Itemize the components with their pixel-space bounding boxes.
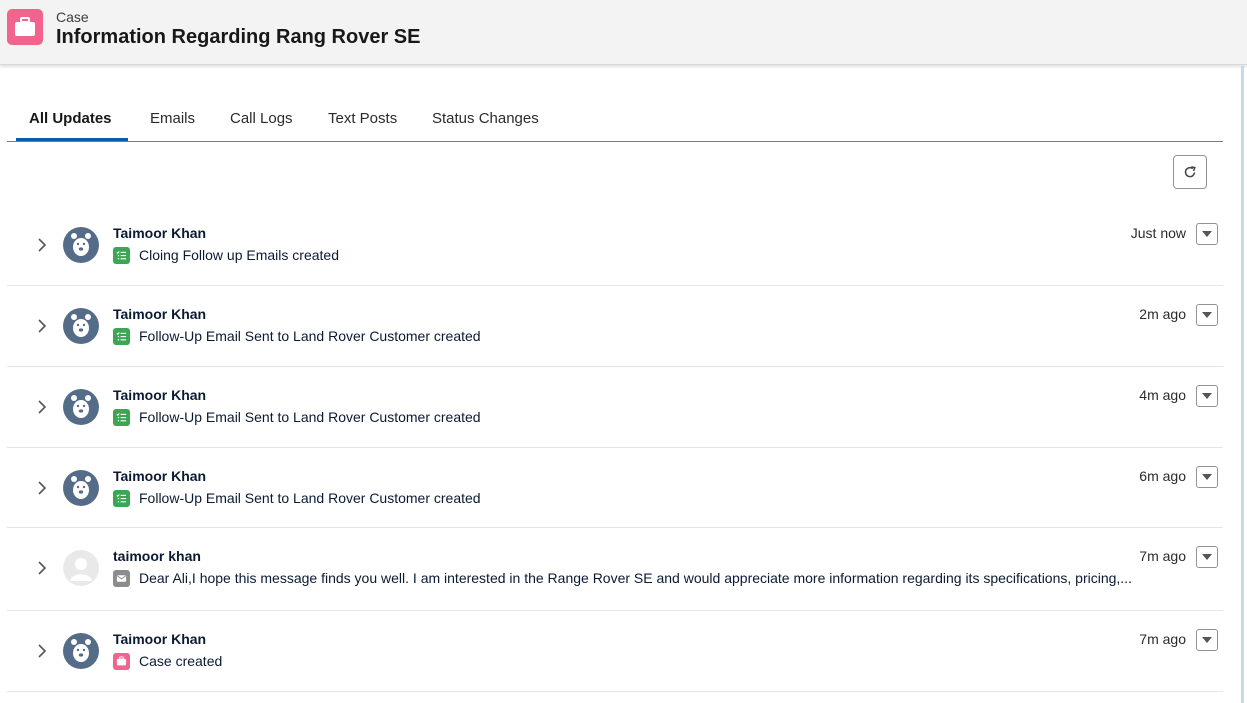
timestamp: 4m ago	[1139, 387, 1186, 403]
bear-avatar[interactable]	[63, 389, 99, 425]
actor-name[interactable]: Taimoor Khan	[113, 387, 206, 403]
feed-item: Taimoor Khan Case created 7m ago	[7, 611, 1223, 692]
row-actions-menu-button[interactable]	[1196, 385, 1218, 407]
expand-chevron-icon[interactable]	[34, 237, 50, 253]
refresh-icon	[1184, 166, 1196, 178]
bear-avatar[interactable]	[63, 308, 99, 344]
row-actions-menu-button[interactable]	[1196, 546, 1218, 568]
refresh-button[interactable]	[1173, 155, 1207, 189]
row-actions-menu-button[interactable]	[1196, 466, 1218, 488]
activity-subject[interactable]: Case created	[139, 653, 1169, 669]
row-actions-menu-button[interactable]	[1196, 223, 1218, 245]
tab-all-updates[interactable]: All Updates	[29, 110, 112, 127]
expand-chevron-icon[interactable]	[34, 399, 50, 415]
feed-item: Taimoor Khan Follow-Up Email Sent to Land…	[7, 448, 1223, 528]
expand-chevron-icon[interactable]	[34, 480, 50, 496]
tab-text-posts[interactable]: Text Posts	[328, 110, 397, 127]
expand-chevron-icon[interactable]	[34, 560, 50, 576]
actor-name[interactable]: Taimoor Khan	[113, 225, 206, 241]
bear-avatar[interactable]	[63, 470, 99, 506]
task-icon	[113, 409, 130, 426]
activity-subject[interactable]: Follow-Up Email Sent to Land Rover Custo…	[139, 409, 1169, 425]
task-icon	[113, 247, 130, 264]
active-tab-indicator	[16, 138, 128, 141]
activity-subject[interactable]: Cloing Follow up Emails created	[139, 247, 1169, 263]
expand-chevron-icon[interactable]	[34, 318, 50, 334]
task-icon	[113, 490, 130, 507]
timestamp: 6m ago	[1139, 468, 1186, 484]
case-icon	[7, 9, 43, 45]
feed-item: taimoor khan Dear Ali,I hope this message…	[7, 528, 1223, 611]
actor-name[interactable]: Taimoor Khan	[113, 306, 206, 322]
activity-subject[interactable]: Follow-Up Email Sent to Land Rover Custo…	[139, 328, 1169, 344]
timestamp: Just now	[1130, 225, 1186, 241]
case-icon	[113, 653, 130, 670]
timestamp: 2m ago	[1139, 306, 1186, 322]
page-title: Information Regarding Rang Rover SE	[56, 26, 421, 48]
record-header: Case Information Regarding Rang Rover SE	[0, 0, 1247, 65]
tab-call-logs[interactable]: Call Logs	[230, 110, 293, 127]
row-actions-menu-button[interactable]	[1196, 629, 1218, 651]
actor-name[interactable]: Taimoor Khan	[113, 468, 206, 484]
feed-item: Taimoor Khan Follow-Up Email Sent to Land…	[7, 286, 1223, 367]
activity-subject[interactable]: Dear Ali,I hope this message finds you w…	[139, 570, 1169, 586]
activity-subject[interactable]: Follow-Up Email Sent to Land Rover Custo…	[139, 490, 1169, 506]
expand-chevron-icon[interactable]	[34, 643, 50, 659]
email-icon	[113, 570, 130, 587]
actor-name[interactable]: Taimoor Khan	[113, 631, 206, 647]
feed-item: Taimoor Khan Cloing Follow up Emails crea…	[7, 205, 1223, 286]
row-actions-menu-button[interactable]	[1196, 304, 1218, 326]
placeholder-avatar[interactable]	[63, 550, 99, 586]
bear-avatar[interactable]	[63, 633, 99, 669]
tab-status-changes[interactable]: Status Changes	[432, 110, 539, 127]
task-icon	[113, 328, 130, 345]
record-type-label: Case	[56, 9, 89, 25]
bear-avatar[interactable]	[63, 227, 99, 263]
feed-tabs: All Updates Emails Call Logs Text Posts …	[7, 96, 1223, 142]
feed-item: Taimoor Khan Follow-Up Email Sent to Land…	[7, 367, 1223, 448]
actor-name[interactable]: taimoor khan	[113, 548, 201, 564]
timestamp: 7m ago	[1139, 631, 1186, 647]
tab-emails[interactable]: Emails	[150, 110, 195, 127]
scrollbar-track[interactable]	[1241, 66, 1244, 703]
timestamp: 7m ago	[1139, 548, 1186, 564]
